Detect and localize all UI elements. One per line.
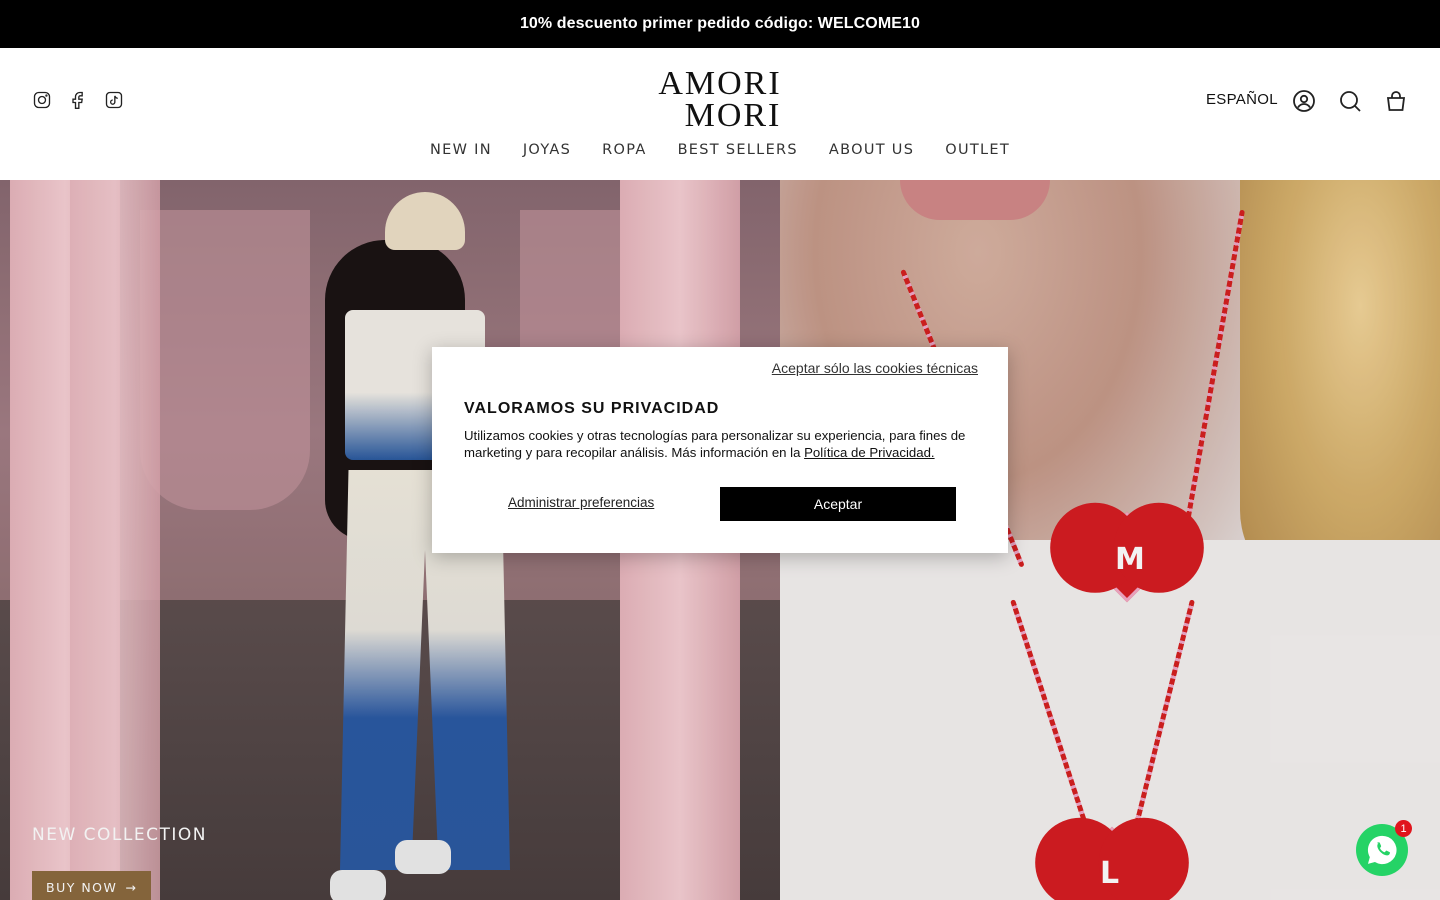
- accept-cookies-button[interactable]: Aceptar: [720, 487, 956, 521]
- logo-line-2: MORI: [684, 97, 782, 134]
- main-nav: NEW IN JOYAS ROPA BEST SELLERS ABOUT US …: [0, 142, 1440, 158]
- nav-item-outlet[interactable]: OUTLET: [945, 142, 1010, 158]
- nav-item-ropa[interactable]: ROPA: [602, 142, 646, 158]
- instagram-icon[interactable]: [32, 90, 52, 110]
- announcement-text: 10% descuento primer pedido código: WELC…: [519, 15, 921, 32]
- nav-item-new-in[interactable]: NEW IN: [430, 142, 492, 158]
- manage-preferences-link[interactable]: Administrar preferencias: [508, 495, 654, 510]
- whatsapp-icon: [1367, 835, 1397, 865]
- facebook-icon[interactable]: [68, 90, 88, 110]
- tiktok-icon[interactable]: [104, 90, 124, 110]
- cookie-modal-title: VALORAMOS SU PRIVACIDAD: [464, 400, 720, 417]
- announcement-bar: 10% descuento primer pedido código: WELC…: [0, 0, 1440, 48]
- privacy-policy-link[interactable]: Política de Privacidad.: [804, 445, 934, 460]
- nav-item-about-us[interactable]: ABOUT US: [829, 142, 914, 158]
- whatsapp-badge: 1: [1395, 820, 1412, 837]
- cookie-modal-body: Utilizamos cookies y otras tecnologías p…: [464, 427, 984, 461]
- language-selector[interactable]: ESPAÑOL: [1206, 91, 1278, 108]
- logo[interactable]: AMORI MORI: [640, 67, 800, 134]
- site-header: AMORI MORI ESPAÑOL NEW IN JOYAS ROPA BES…: [0, 48, 1440, 180]
- search-icon[interactable]: [1337, 88, 1363, 114]
- nav-item-best-sellers[interactable]: BEST SELLERS: [678, 142, 798, 158]
- social-links: [32, 90, 124, 110]
- account-icon[interactable]: [1291, 88, 1317, 114]
- accept-technical-cookies-link[interactable]: Aceptar sólo las cookies técnicas: [772, 360, 978, 376]
- cart-icon[interactable]: [1383, 88, 1409, 114]
- nav-item-joyas[interactable]: JOYAS: [523, 142, 571, 158]
- cookie-consent-modal: Aceptar sólo las cookies técnicas VALORA…: [432, 347, 1008, 553]
